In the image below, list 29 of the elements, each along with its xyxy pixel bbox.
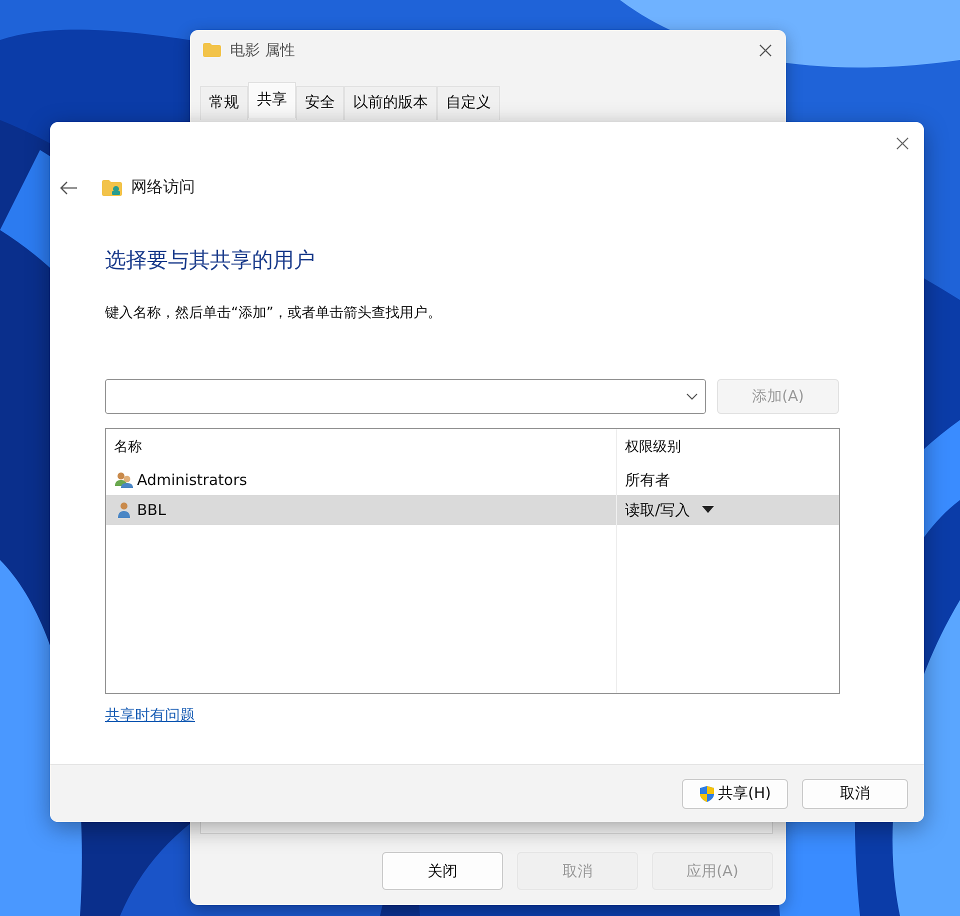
page-title: 网络访问 <box>131 177 195 198</box>
column-header[interactable]: 权限级别 <box>625 438 681 456</box>
dialog-button[interactable]: 共享(H) <box>682 778 788 808</box>
dialog-button[interactable]: 取消 <box>802 778 908 808</box>
tab[interactable]: 自定义 <box>437 86 500 120</box>
user-name: Administrators <box>137 471 248 489</box>
instruction-text: 键入名称，然后单击“添加”，或者单击箭头查找用户。 <box>105 304 443 322</box>
shield-icon <box>699 784 715 802</box>
help-link[interactable]: 共享时有问题 <box>105 706 195 725</box>
back-arrow-icon[interactable] <box>60 180 78 194</box>
users-icon <box>114 471 134 489</box>
user-row[interactable]: BBL 读取/写入 <box>106 495 839 525</box>
permission-level: 所有者 <box>625 470 670 490</box>
tab[interactable]: 以前的版本 <box>344 86 437 120</box>
tab[interactable]: 常规 <box>200 86 248 120</box>
permission-level: 读取/写入 <box>625 500 690 520</box>
column-header[interactable]: 名称 <box>114 438 142 456</box>
heading: 选择要与其共享的用户 <box>105 247 316 274</box>
close-icon[interactable] <box>759 44 772 56</box>
close-icon[interactable] <box>896 137 909 150</box>
folder-icon <box>202 42 222 58</box>
window-title: 电影 属性 <box>230 40 296 60</box>
chevron-down-icon[interactable] <box>686 392 698 400</box>
network-folder-icon <box>101 178 123 196</box>
caret-down-icon[interactable] <box>702 506 714 514</box>
dialog-button[interactable]: 关闭 <box>382 852 503 890</box>
tab[interactable]: 安全 <box>296 86 344 120</box>
user-name: BBL <box>137 501 166 519</box>
tab[interactable]: 共享 <box>248 82 296 118</box>
